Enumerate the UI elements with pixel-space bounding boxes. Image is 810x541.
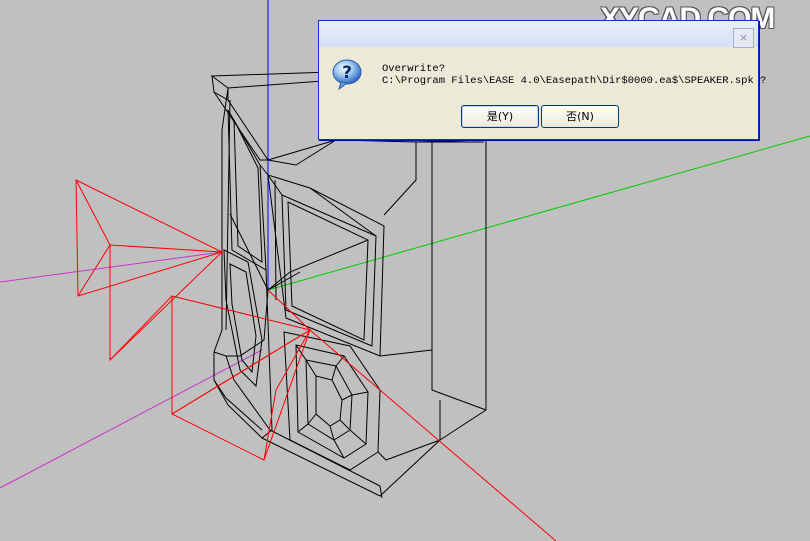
question-icon: ? (332, 59, 362, 90)
no-button[interactable]: 否(N) (541, 105, 619, 128)
y-axis (267, 135, 810, 291)
x-axis-lower (0, 349, 263, 489)
close-button[interactable]: × (733, 28, 754, 48)
yes-button[interactable]: 是(Y) (461, 105, 539, 128)
radiation-cones (75, 179, 557, 541)
message-line-1: Overwrite? (382, 63, 446, 75)
x-axis-left (0, 251, 223, 283)
message-line-2: C:\Program Files\EASE 4.0\Easepath\Dir$0… (382, 75, 767, 87)
dialog-message: Overwrite? C:\Program Files\EASE 4.0\Eas… (382, 63, 766, 87)
dialog-titlebar[interactable] (319, 21, 758, 47)
svg-text:?: ? (342, 63, 352, 83)
overwrite-dialog: × ? Overwrite? C:\Program Files\EASE 4.0… (318, 20, 766, 140)
